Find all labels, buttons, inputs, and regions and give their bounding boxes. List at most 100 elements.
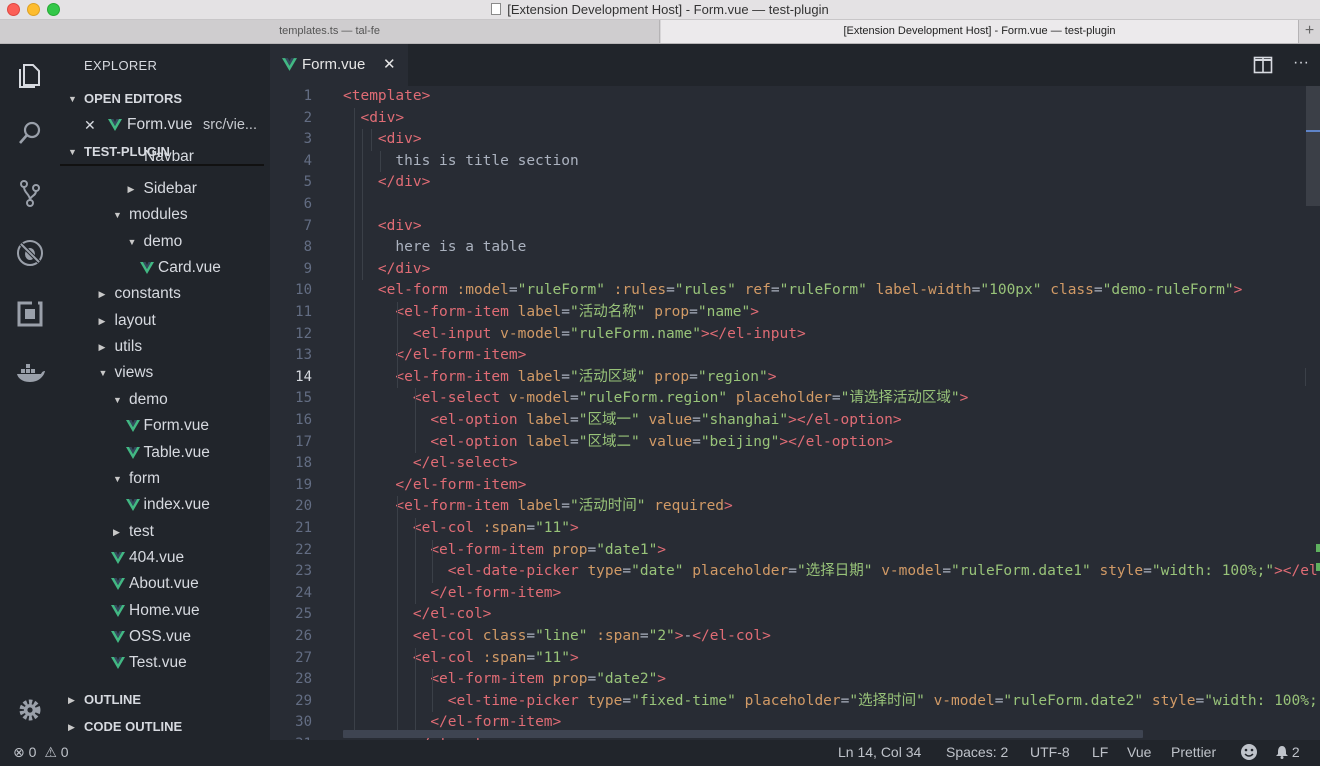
file-icon [491,3,502,15]
problems-status[interactable]: ⊗ 0 ⚠ 0 [13,744,69,761]
code-line: 13 </el-form-item> [270,345,1320,367]
tree-item[interactable]: ▶ Sidebar [60,176,270,202]
editor-tab-form[interactable]: Form.vue ✕ [270,44,408,86]
tree-item[interactable]: ▼ modules [60,202,270,228]
tree-item[interactable]: ▶ layout [60,308,270,334]
code-token: "100px" [980,282,1042,299]
more-actions-icon[interactable]: ··· [1291,55,1311,74]
tree-item[interactable]: Form.vue [60,413,270,439]
title-bar: [Extension Development Host] - Form.vue … [0,0,1320,20]
indentation-status[interactable]: Spaces: 2 [946,744,1008,760]
code-token: "选择日期" [797,563,873,580]
language-mode[interactable]: Vue [1127,744,1151,760]
encoding-status[interactable]: UTF-8 [1030,744,1070,760]
line-number: 20 [295,498,312,515]
line-code: here is a table [343,237,526,259]
window-tab-bar: templates.ts — tal-fe [Extension Develop… [0,20,1320,44]
chevron-right-icon: ▶ [113,526,120,537]
line-number: 10 [295,282,312,299]
vue-file-icon [108,119,122,131]
settings-activity-button[interactable] [0,685,60,735]
debug-activity-button[interactable] [0,228,60,278]
indent-guide [414,518,416,605]
tree-item-label: Card.vue [158,259,221,277]
tree-item[interactable]: Card.vue [60,255,270,281]
chevron-right-icon: ▶ [127,184,135,194]
code-line: 2 <div> [270,108,1320,130]
vertical-scrollbar[interactable] [1306,86,1320,206]
notification-count: 2 [1291,744,1300,760]
code-token: v-model [881,563,943,580]
tree-item[interactable]: ▶ utils [60,334,270,360]
code-outline-section-header[interactable]: ▶ CODE OUTLINE [60,716,270,738]
tree-item[interactable]: Test.vue [60,650,270,676]
code-token: = [639,628,649,644]
code-token: </el-form-item> [395,347,527,364]
tree-item[interactable]: OSS.vue [60,624,270,650]
tree-item-label: About.vue [129,575,199,593]
code-token: here is a table [343,239,527,256]
window-title: [Extension Development Host] - Form.vue … [0,2,1320,17]
line-number: 13 [295,347,312,364]
indent-guide [397,302,399,389]
open-editor-item-form[interactable]: ✕ Form.vue src/vie... [60,112,270,138]
source-control-activity-button[interactable] [0,168,60,218]
prettier-status[interactable]: Prettier [1171,744,1216,760]
tree-item[interactable]: index.vue [60,492,270,518]
outline-label: OUTLINE [84,692,142,707]
tree-item[interactable]: ▼ demo [60,387,270,413]
tree-item-label: demo [143,232,183,250]
close-icon[interactable]: ✕ [84,112,96,138]
tree-item[interactable]: About.vue [60,571,270,597]
code-editor[interactable]: 1 <template> 2 <div> 3 <div> 4 this is title… [270,86,1320,740]
docker-activity-button[interactable] [0,349,60,399]
line-code: </el-select> [343,453,518,475]
line-number: 6 [303,196,312,212]
error-count: 0 [28,744,37,760]
code-line: 29 <el-time-picker type="fixed-time" pla… [270,691,1320,713]
horizontal-scrollbar[interactable] [343,730,1143,738]
feedback-button[interactable] [1240,743,1258,764]
extensions-activity-button[interactable] [0,289,60,339]
tree-item[interactable]: ▶ test [60,519,270,545]
open-editors-section-header[interactable]: ▼ OPEN EDITORS [60,88,270,110]
search-activity-button[interactable] [0,108,60,158]
notifications-button[interactable]: 2 [1276,744,1300,760]
line-number: 19 [295,476,312,493]
indent-guide [362,129,364,281]
code-token: style [1151,692,1196,709]
new-window-tab-button[interactable]: + [1298,20,1320,43]
vue-file-icon [282,58,297,71]
explorer-activity-button[interactable] [0,49,60,99]
tree-item[interactable]: ▶ constants [60,281,270,307]
code-line: 22 <el-form-item prop="date1"> [270,540,1320,562]
tree-item[interactable]: ▼ views [60,360,270,386]
code-token: <el-form-item [430,671,553,688]
code-line: 6 [270,194,1320,216]
code-token: > [674,628,684,644]
code-token: = [692,433,701,450]
tree-item[interactable]: Table.vue [60,440,270,466]
close-icon[interactable]: ✕ [383,55,396,73]
window-tab-templates[interactable]: templates.ts — tal-fe [0,20,660,43]
chevron-right-icon: ▶ [68,722,75,732]
outline-section-header[interactable]: ▶ OUTLINE [60,689,270,711]
code-token: = [692,412,701,428]
warning-count: 0 [60,744,69,760]
tree-item[interactable]: 404.vue [60,545,270,571]
code-line: 8 here is a table [270,237,1320,259]
code-token: "活动区域" [570,368,646,385]
window-tab-form[interactable]: [Extension Development Host] - Form.vue … [661,20,1298,43]
chevron-down-icon: ▼ [113,210,122,221]
tree-item[interactable]: ▼ form [60,466,270,492]
split-editor-icon[interactable] [1253,56,1273,74]
tree-item[interactable]: Home.vue [60,598,270,624]
code-token: required [654,498,725,515]
code-token: placeholder [744,692,841,709]
eol-status[interactable]: LF [1092,744,1108,760]
cursor-position[interactable]: Ln 14, Col 34 [838,744,921,760]
tree-item[interactable]: ▼ demo [60,229,270,255]
